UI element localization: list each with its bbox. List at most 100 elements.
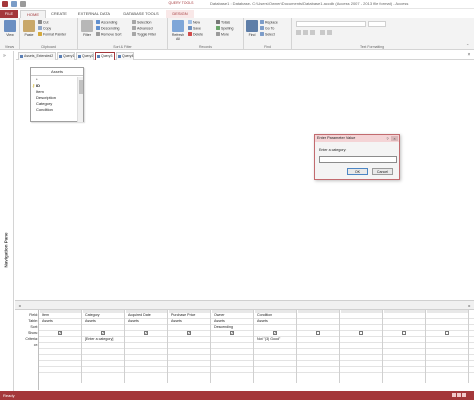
- object-tab[interactable]: Query4: [116, 52, 134, 60]
- grid-cell-criteria[interactable]: [429, 337, 468, 342]
- grid-cell-criteria[interactable]: [Enter a category]: [85, 337, 124, 342]
- font-color-icon[interactable]: [320, 30, 325, 35]
- grid-cell-table[interactable]: Assets: [85, 319, 124, 324]
- underline-icon[interactable]: [310, 30, 315, 35]
- filter-button[interactable]: Filter: [80, 20, 94, 37]
- descending-button[interactable]: Descending: [96, 26, 119, 32]
- ok-button[interactable]: OK: [347, 168, 368, 175]
- grid-cell-sort[interactable]: [429, 325, 468, 330]
- grid-cell-sort[interactable]: [128, 325, 167, 330]
- scrollbar-thumb[interactable]: [79, 80, 83, 94]
- tab-database-tools[interactable]: DATABASE TOOLS: [118, 10, 164, 18]
- grid-cell-sort[interactable]: Descending: [214, 325, 253, 330]
- bold-icon[interactable]: [296, 30, 301, 35]
- tab-design[interactable]: DESIGN: [166, 10, 194, 18]
- select-button[interactable]: Select: [260, 32, 275, 38]
- field-list-title[interactable]: Assets: [31, 68, 83, 76]
- grid-cell-table[interactable]: [343, 319, 382, 324]
- show-checkbox[interactable]: ✓: [58, 331, 62, 335]
- grid-cell-criteria[interactable]: [214, 337, 253, 342]
- object-tab[interactable]: Assets_Extended2: [18, 52, 56, 60]
- font-size-box[interactable]: [368, 21, 386, 27]
- copy-button[interactable]: Copy: [38, 26, 51, 32]
- grid-cell-field[interactable]: Purchase Price: [171, 313, 210, 318]
- grid-cell-or[interactable]: [343, 343, 382, 348]
- grid-cell-criteria[interactable]: [300, 337, 339, 342]
- grid-cell-field[interactable]: [343, 313, 382, 318]
- new-record-button[interactable]: New: [188, 20, 200, 26]
- object-tab[interactable]: Query1: [57, 52, 75, 60]
- grid-cell-table[interactable]: Assets: [171, 319, 210, 324]
- assets-field-list[interactable]: Assets * ⚷ ID Item Description Category …: [30, 67, 84, 122]
- close-document-icon[interactable]: ×: [466, 52, 472, 58]
- refresh-all-button[interactable]: Refresh All: [170, 20, 186, 41]
- object-tab-active[interactable]: Query3: [95, 52, 115, 60]
- paste-button[interactable]: Paste: [22, 20, 36, 37]
- grid-cell-or[interactable]: [429, 343, 468, 348]
- field-list-scrollbar[interactable]: [77, 77, 83, 122]
- grid-cell-table[interactable]: Assets: [214, 319, 253, 324]
- grid-cell-sort[interactable]: [85, 325, 124, 330]
- cut-button[interactable]: Cut: [38, 20, 48, 26]
- grid-cell-criteria[interactable]: [171, 337, 210, 342]
- close-icon[interactable]: ×: [391, 136, 398, 141]
- show-checkbox[interactable]: [316, 331, 320, 335]
- grid-cell-sort[interactable]: [42, 325, 81, 330]
- selection-button[interactable]: Selection: [132, 20, 151, 26]
- tab-file[interactable]: FILE: [0, 10, 18, 18]
- grid-cell-field[interactable]: [300, 313, 339, 318]
- show-checkbox[interactable]: [445, 331, 449, 335]
- grid-cell-field[interactable]: [386, 313, 425, 318]
- highlight-icon[interactable]: [327, 30, 332, 35]
- quick-access-toolbar[interactable]: [2, 1, 62, 8]
- grid-cell-or[interactable]: [214, 343, 253, 348]
- grid-cell-sort[interactable]: [257, 325, 296, 330]
- find-button[interactable]: Find: [246, 20, 258, 37]
- ascending-button[interactable]: Ascending: [96, 20, 117, 26]
- grid-cell-table[interactable]: Assets: [42, 319, 81, 324]
- advanced-button[interactable]: Advanced: [132, 26, 153, 32]
- save-record-button[interactable]: Save: [188, 26, 201, 32]
- show-checkbox[interactable]: ✓: [230, 331, 234, 335]
- more-button[interactable]: More: [216, 32, 229, 38]
- grid-cell-sort[interactable]: [171, 325, 210, 330]
- grid-cell-field[interactable]: Acquired Date: [128, 313, 167, 318]
- undo-icon[interactable]: [20, 1, 27, 7]
- sql-view-icon[interactable]: [457, 393, 461, 397]
- field-item[interactable]: Condition: [36, 107, 76, 113]
- grid-cell-criteria[interactable]: [128, 337, 167, 342]
- grid-cell-or[interactable]: [85, 343, 124, 348]
- grid-cell-table[interactable]: [386, 319, 425, 324]
- tab-home[interactable]: HOME: [20, 10, 46, 18]
- grid-cell-table[interactable]: Assets: [257, 319, 296, 324]
- remove-sort-button[interactable]: Remove Sort: [96, 32, 121, 38]
- pane-splitter[interactable]: ◂ ▸: [15, 300, 474, 310]
- replace-button[interactable]: Replace: [260, 20, 278, 26]
- grid-cell-criteria[interactable]: [343, 337, 382, 342]
- grid-cell-or[interactable]: [386, 343, 425, 348]
- toggle-filter-button[interactable]: Toggle Filter: [132, 32, 156, 38]
- grid-cell-or[interactable]: [257, 343, 296, 348]
- show-checkbox[interactable]: [402, 331, 406, 335]
- show-checkbox[interactable]: ✓: [273, 331, 277, 335]
- parameter-input[interactable]: [319, 156, 397, 163]
- grid-cell-or[interactable]: [171, 343, 210, 348]
- italic-icon[interactable]: [303, 30, 308, 35]
- spelling-button[interactable]: Spelling: [216, 26, 233, 32]
- grid-cell-field[interactable]: Category: [85, 313, 124, 318]
- grid-cell-field[interactable]: Item: [42, 313, 81, 318]
- font-name-box[interactable]: [296, 21, 366, 27]
- design-view-icon[interactable]: [462, 393, 466, 397]
- show-checkbox[interactable]: ✓: [144, 331, 148, 335]
- grid-cell-table[interactable]: Assets: [128, 319, 167, 324]
- scroll-left-icon[interactable]: ◂: [17, 303, 22, 308]
- collapse-ribbon-icon[interactable]: ⌃: [466, 43, 471, 48]
- delete-button[interactable]: Delete: [188, 32, 203, 38]
- grid-cell-field[interactable]: [429, 313, 468, 318]
- tab-external-data[interactable]: EXTERNAL DATA: [72, 10, 116, 18]
- show-checkbox[interactable]: ✓: [187, 331, 191, 335]
- view-switcher[interactable]: [451, 393, 471, 398]
- grid-cell-sort[interactable]: [386, 325, 425, 330]
- grid-cell-sort[interactable]: [300, 325, 339, 330]
- grid-cell-table[interactable]: [429, 319, 468, 324]
